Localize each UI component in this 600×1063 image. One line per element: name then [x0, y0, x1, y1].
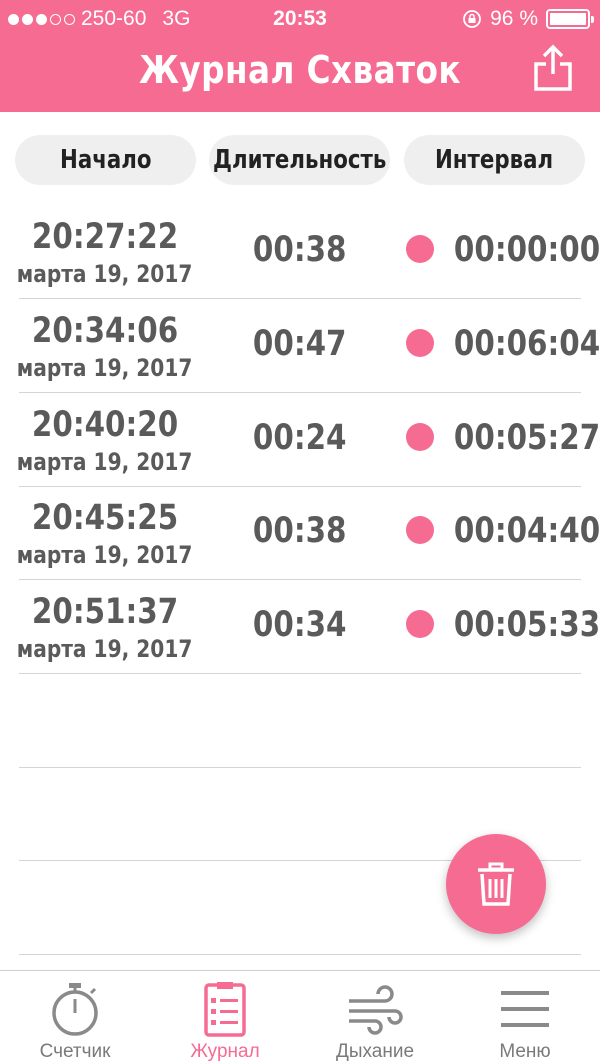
start-time-value: 20:27:22	[31, 217, 179, 257]
start-date: марта 19, 2017	[0, 448, 210, 476]
list-item[interactable]: 20:27:22 марта 19, 2017 00:38 00:00:00	[0, 205, 600, 299]
column-interval[interactable]: Интервал	[404, 135, 585, 185]
column-duration-label: Длительность	[212, 145, 387, 175]
start-time: 20:40:20	[0, 405, 210, 445]
app-header: 250-60 3G 20:53 96 % Журнал Схваток	[0, 0, 600, 112]
start-date: марта 19, 2017	[0, 541, 210, 569]
duration-value: 00:24	[253, 418, 347, 458]
list-item[interactable]: 20:45:25 марта 19, 2017 00:38 00:04:40	[0, 486, 600, 580]
interval-value: 00:05:27	[453, 418, 600, 458]
start-date-value: марта 19, 2017	[17, 541, 193, 569]
tab-counter-label: Счетчик	[39, 1041, 111, 1062]
page-title: Журнал Схваток	[138, 48, 462, 92]
list-item[interactable]: 20:40:20 марта 19, 2017 00:24 00:05:27	[0, 393, 600, 487]
battery-icon	[546, 9, 594, 29]
tab-journal-label: Журнал	[190, 1041, 260, 1062]
rotation-lock-icon	[463, 10, 482, 28]
duration-value: 00:47	[253, 324, 347, 364]
interval: 00:04:40	[440, 511, 600, 551]
interval-value: 00:05:33	[453, 605, 600, 645]
share-icon[interactable]	[532, 44, 574, 92]
start-date: марта 19, 2017	[0, 260, 210, 288]
divider	[19, 954, 581, 955]
interval-dot-icon	[406, 423, 434, 451]
interval-dot-icon	[406, 516, 434, 544]
column-start-label: Начало	[59, 145, 152, 175]
tab-bar: Счетчик Журнал Дыхание Меню	[0, 970, 600, 1063]
tab-breathing-label: Дыхание	[335, 1041, 415, 1062]
divider	[19, 673, 581, 674]
duration: 00:34	[200, 605, 400, 645]
tab-journal[interactable]: Журнал	[150, 971, 300, 1063]
column-interval-label: Интервал	[435, 145, 554, 175]
menu-icon	[501, 991, 549, 1027]
start-date-value: марта 19, 2017	[17, 354, 193, 382]
journal-icon	[204, 982, 246, 1037]
battery-label: 96 %	[490, 7, 538, 30]
interval-value: 00:00:00	[453, 230, 600, 270]
delete-button[interactable]	[446, 834, 546, 934]
wind-icon	[349, 985, 403, 1035]
start-time: 20:51:37	[0, 592, 210, 632]
duration: 00:24	[200, 418, 400, 458]
interval-dot-icon	[406, 329, 434, 357]
start-time-value: 20:51:37	[31, 592, 179, 632]
interval: 00:00:00	[440, 230, 600, 270]
list-item[interactable]: 20:34:06 марта 19, 2017 00:47 00:06:04	[0, 299, 600, 393]
start-date-value: марта 19, 2017	[17, 635, 193, 663]
tab-breathing[interactable]: Дыхание	[300, 971, 450, 1063]
duration: 00:38	[200, 230, 400, 270]
duration: 00:38	[200, 511, 400, 551]
interval-dot-icon	[406, 235, 434, 263]
start-date: марта 19, 2017	[0, 635, 210, 663]
interval-value: 00:04:40	[453, 511, 600, 551]
status-bar: 250-60 3G 20:53 96 %	[0, 0, 600, 38]
start-date-value: марта 19, 2017	[17, 260, 193, 288]
start-time: 20:45:25	[0, 498, 210, 538]
trash-icon	[478, 862, 514, 906]
start-date: марта 19, 2017	[0, 354, 210, 382]
tab-menu[interactable]: Меню	[450, 971, 600, 1063]
column-duration[interactable]: Длительность	[209, 135, 390, 185]
start-time-value: 20:40:20	[31, 405, 179, 445]
stopwatch-icon	[52, 983, 98, 1036]
column-headers: Начало Длительность Интервал	[0, 135, 600, 185]
duration-value: 00:34	[253, 605, 347, 645]
start-date-value: марта 19, 2017	[17, 448, 193, 476]
duration-value: 00:38	[253, 230, 347, 270]
interval: 00:06:04	[440, 324, 600, 364]
tab-menu-label: Меню	[499, 1041, 551, 1062]
tab-counter[interactable]: Счетчик	[0, 971, 150, 1063]
start-time: 20:27:22	[0, 217, 210, 257]
divider	[19, 767, 581, 768]
interval-dot-icon	[406, 610, 434, 638]
start-time-value: 20:45:25	[31, 498, 179, 538]
interval: 00:05:27	[440, 418, 600, 458]
duration-value: 00:38	[253, 511, 347, 551]
column-start[interactable]: Начало	[15, 135, 196, 185]
list-item[interactable]: 20:51:37 марта 19, 2017 00:34 00:05:33	[0, 580, 600, 674]
start-time: 20:34:06	[0, 311, 210, 351]
interval: 00:05:33	[440, 605, 600, 645]
duration: 00:47	[200, 324, 400, 364]
interval-value: 00:06:04	[453, 324, 600, 364]
start-time-value: 20:34:06	[31, 311, 179, 351]
